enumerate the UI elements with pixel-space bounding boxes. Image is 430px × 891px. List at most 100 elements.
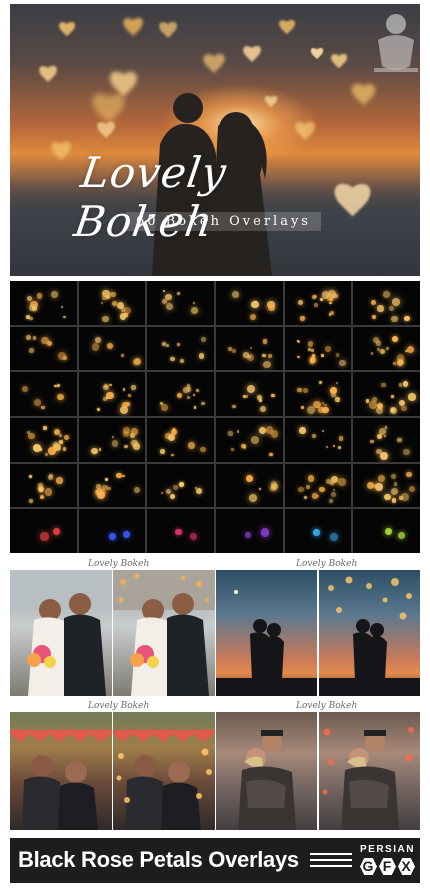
- bokeh-dot: [131, 385, 136, 390]
- bokeh-dot: [32, 336, 37, 340]
- preview-before: [216, 712, 317, 830]
- bokeh-dot: [165, 302, 173, 310]
- bokeh-dot: [377, 305, 384, 312]
- bokeh-dot: [259, 405, 266, 413]
- bokeh-dot: [63, 447, 67, 451]
- preview-after: [113, 712, 215, 830]
- bokeh-dot: [393, 362, 396, 365]
- bokeh-dot: [194, 486, 198, 489]
- bokeh-dot: [335, 381, 338, 384]
- bokeh-dot: [186, 395, 191, 400]
- bokeh-dot: [298, 299, 304, 305]
- overlay-thumbnail: [10, 281, 77, 325]
- bokeh-dot: [269, 452, 273, 457]
- bokeh-dot: [314, 303, 318, 307]
- bokeh-dot: [298, 486, 304, 493]
- overlay-thumbnail: [215, 509, 283, 553]
- preview-hugging-couple: [216, 712, 420, 830]
- bokeh-dot: [263, 360, 271, 369]
- bokeh-dot: [47, 340, 53, 346]
- bokeh-dot: [270, 482, 279, 491]
- brand-logo: PERSIAN G F X: [360, 844, 415, 875]
- preview-before: [10, 712, 112, 830]
- overlay-thumbnail: [215, 326, 283, 371]
- bokeh-dot: [391, 316, 398, 323]
- bokeh-dot: [172, 484, 178, 490]
- bokeh-dot: [26, 334, 32, 340]
- brand-top-text: PERSIAN: [360, 844, 415, 855]
- bokeh-dot: [322, 430, 325, 433]
- heart-icon: [330, 54, 348, 72]
- bokeh-dot: [102, 289, 110, 298]
- bokeh-dot: [400, 493, 409, 502]
- bokeh-dot: [54, 384, 57, 388]
- bokeh-dot: [251, 300, 259, 309]
- bokeh-dot: [307, 341, 314, 348]
- panel-label: Lovely Bokeh: [88, 559, 150, 569]
- bokeh-dot: [309, 357, 315, 363]
- bokeh-dot: [391, 335, 398, 342]
- bokeh-dot: [372, 397, 377, 402]
- preview-wedding-couple: [10, 570, 215, 696]
- bokeh-dot: [231, 349, 237, 354]
- bokeh-dot: [56, 477, 63, 484]
- bokeh-dot: [376, 433, 382, 439]
- preview-after: [113, 570, 215, 696]
- bokeh-dot: [330, 492, 336, 498]
- bokeh-dot: [338, 436, 343, 441]
- overlay-thumbnail: [147, 418, 214, 462]
- heart-icon: [122, 18, 144, 40]
- bokeh-dot: [407, 345, 415, 353]
- bokeh-dot: [408, 485, 416, 493]
- bokeh-dot: [370, 439, 374, 443]
- bokeh-dot: [177, 393, 183, 399]
- bokeh-dot: [337, 445, 341, 449]
- heart-icon: [96, 122, 116, 142]
- bokeh-dot: [193, 406, 197, 409]
- overlay-thumbnail: [353, 418, 420, 462]
- bokeh-dot: [98, 488, 106, 497]
- overlay-thumbnail: [10, 418, 77, 462]
- bokeh-dot: [373, 336, 380, 343]
- bokeh-dot: [324, 403, 327, 407]
- bokeh-dot: [122, 474, 125, 478]
- bokeh-dot: [43, 426, 47, 430]
- bokeh-dot: [321, 354, 324, 357]
- bokeh-dot: [258, 426, 267, 435]
- brand-letter: X: [398, 858, 415, 875]
- brand-letter: F: [379, 858, 396, 875]
- bokeh-dot: [402, 381, 409, 387]
- overlay-thumbnail: [147, 326, 214, 371]
- bokeh-dot: [376, 406, 383, 414]
- heart-icon: [264, 96, 278, 110]
- footer-banner: Black Rose Petals Overlays PERSIAN G F X: [10, 838, 420, 883]
- bokeh-dot: [304, 496, 308, 499]
- bokeh-dot: [192, 301, 195, 304]
- bokeh-dot: [408, 393, 416, 401]
- overlay-thumbnail: [284, 372, 352, 416]
- bokeh-dot: [107, 486, 111, 491]
- bokeh-dot: [59, 433, 63, 437]
- bokeh-dot: [391, 497, 397, 503]
- bokeh-dot: [40, 531, 49, 541]
- footer-title: Black Rose Petals Overlays: [18, 847, 299, 872]
- preview-after: [319, 570, 420, 696]
- overlay-thumbnail: [353, 372, 420, 416]
- hero-subtitle: 60 Bokeh Overlays: [126, 212, 321, 231]
- bokeh-dot: [59, 440, 63, 444]
- bokeh-dot: [159, 402, 163, 406]
- bokeh-dot: [379, 348, 386, 355]
- bokeh-dot: [231, 290, 239, 299]
- bokeh-dot: [110, 291, 116, 297]
- bokeh-dot: [128, 394, 132, 398]
- bokeh-dot: [175, 529, 182, 536]
- bokeh-dot: [246, 395, 249, 398]
- overlay-thumbnail: [10, 463, 77, 508]
- bokeh-dot: [406, 471, 412, 477]
- bokeh-dot: [186, 384, 191, 388]
- bokeh-dot: [398, 383, 402, 387]
- overlay-thumbnail: [78, 281, 146, 325]
- bokeh-dot: [322, 401, 325, 404]
- bokeh-dot: [321, 406, 329, 414]
- bokeh-dot: [36, 293, 42, 299]
